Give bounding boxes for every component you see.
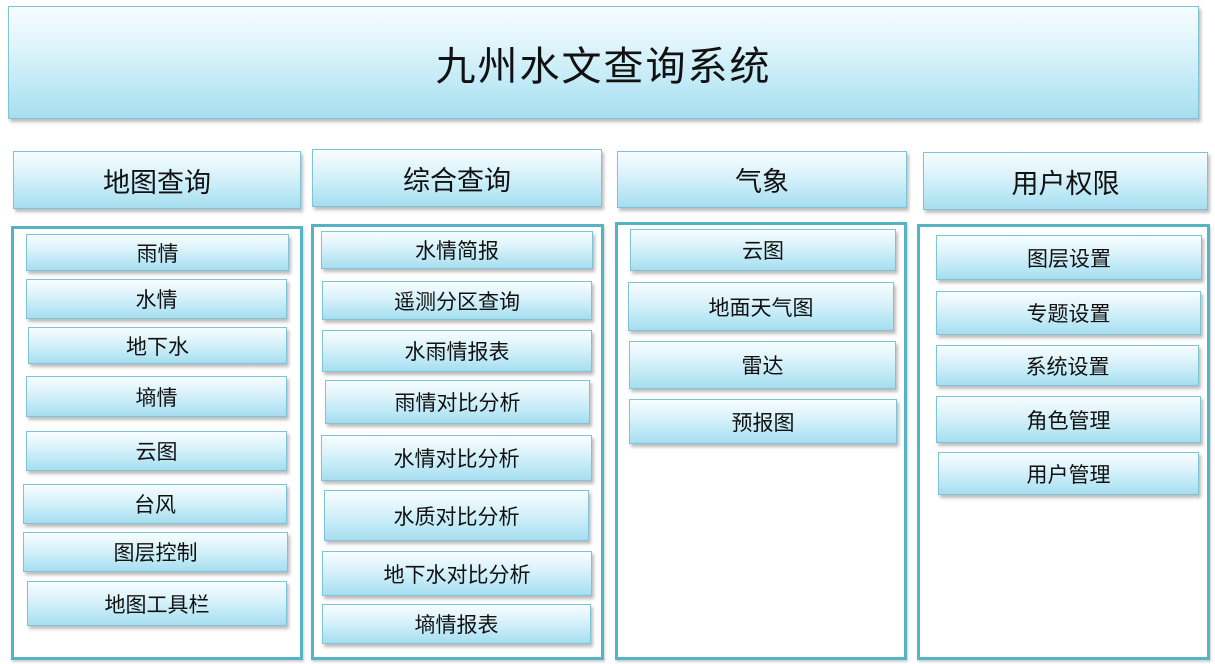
menu-item-rain[interactable]: 雨情 <box>26 234 289 271</box>
menu-item-forecast-map[interactable]: 预报图 <box>629 399 897 444</box>
menu-header-comprehensive-query[interactable]: 综合查询 <box>312 149 602 207</box>
menu-item-rain-comparison[interactable]: 雨情对比分析 <box>325 380 590 424</box>
menu-item-telemetry-zone-query[interactable]: 遥测分区查询 <box>322 281 592 320</box>
menu-item-system-settings[interactable]: 系统设置 <box>936 345 1199 386</box>
menu-item-water-rain-report[interactable]: 水雨情报表 <box>322 330 592 372</box>
menu-item-surface-weather-map[interactable]: 地面天气图 <box>628 282 894 331</box>
menu-header-weather[interactable]: 气象 <box>617 151 907 208</box>
menu-item-groundwater[interactable]: 地下水 <box>28 327 287 364</box>
menu-item-role-management[interactable]: 角色管理 <box>936 396 1201 443</box>
menu-item-soil-moisture-report[interactable]: 墒情报表 <box>322 604 591 644</box>
menu-item-weather-cloud-map[interactable]: 云图 <box>630 229 896 271</box>
menu-item-radar[interactable]: 雷达 <box>629 341 896 389</box>
menu-item-soil-moisture[interactable]: 墒情 <box>26 376 287 417</box>
menu-item-map-toolbar[interactable]: 地图工具栏 <box>27 581 287 626</box>
menu-item-water-comparison[interactable]: 水情对比分析 <box>321 435 592 481</box>
menu-header-map-query[interactable]: 地图查询 <box>13 151 301 209</box>
menu-item-water-regime[interactable]: 水情 <box>26 279 287 319</box>
system-title: 九州水文查询系统 <box>8 6 1199 119</box>
menu-item-water-quality-comparison[interactable]: 水质对比分析 <box>324 490 589 541</box>
menu-item-layer-control[interactable]: 图层控制 <box>23 532 288 572</box>
menu-item-user-management[interactable]: 用户管理 <box>938 452 1199 495</box>
menu-item-layer-settings[interactable]: 图层设置 <box>936 235 1202 280</box>
menu-item-typhoon[interactable]: 台风 <box>23 484 287 524</box>
menu-item-water-brief[interactable]: 水情简报 <box>321 231 593 269</box>
menu-header-user-permissions[interactable]: 用户权限 <box>923 152 1208 210</box>
menu-item-topic-settings[interactable]: 专题设置 <box>936 291 1201 335</box>
menu-item-cloud-map[interactable]: 云图 <box>26 431 287 471</box>
menu-item-groundwater-comparison[interactable]: 地下水对比分析 <box>322 551 592 596</box>
